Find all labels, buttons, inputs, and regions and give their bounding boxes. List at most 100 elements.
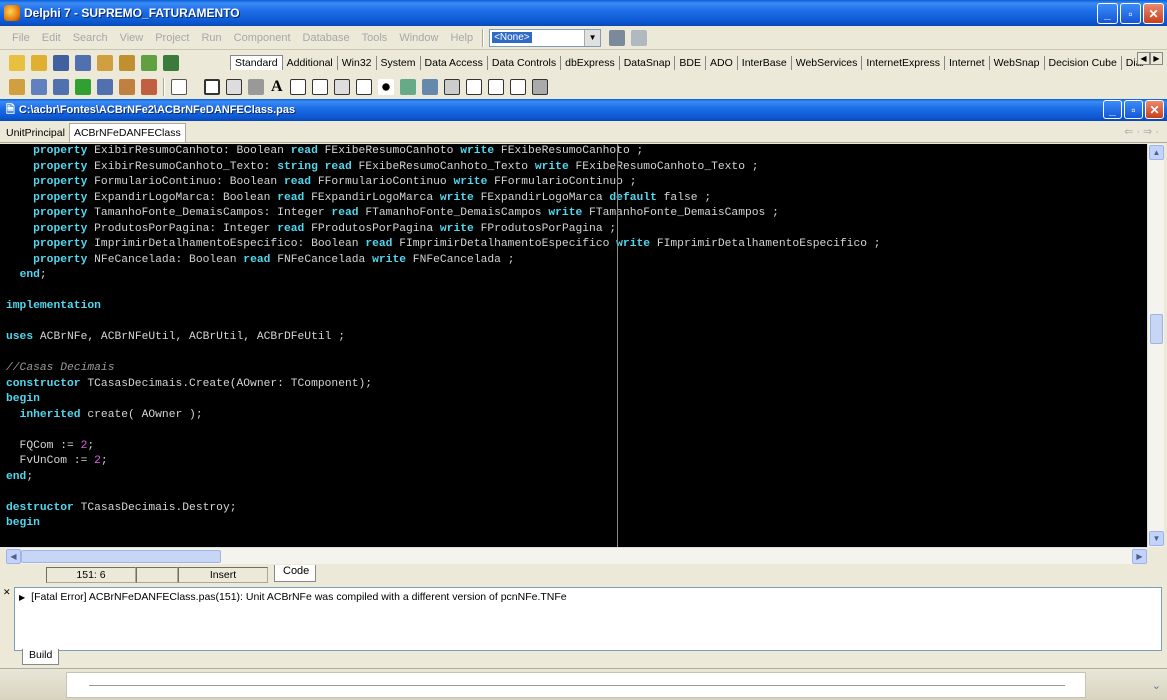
tab-build[interactable]: Build bbox=[22, 649, 60, 665]
code-line[interactable]: begin bbox=[6, 392, 1147, 408]
scroll-left-icon[interactable]: ◀ bbox=[6, 549, 21, 564]
palette-tab-standard[interactable]: Standard bbox=[230, 55, 283, 70]
tab-acbrnfedanfeclass[interactable]: ACBrNFeDANFEClass bbox=[68, 123, 186, 142]
edit-component-icon[interactable] bbox=[289, 79, 306, 95]
palette-tab-win32[interactable]: Win32 bbox=[338, 56, 377, 70]
listbox-component-icon[interactable] bbox=[399, 79, 416, 95]
expand-chevron-icon[interactable]: ⌄ bbox=[1152, 679, 1161, 692]
help-icon[interactable] bbox=[163, 55, 179, 71]
code-line[interactable]: FvUnCom := 2; bbox=[6, 454, 1147, 470]
groupbox-component-icon[interactable] bbox=[465, 79, 482, 95]
code-line[interactable]: property NFeCancelada: Boolean read FNFe… bbox=[6, 253, 1147, 269]
debug-desktop-icon[interactable] bbox=[631, 29, 648, 46]
menu-edit[interactable]: Edit bbox=[36, 32, 67, 44]
palette-tab-bde[interactable]: BDE bbox=[675, 56, 707, 70]
palette-tab-internetexpress[interactable]: InternetExpress bbox=[862, 56, 945, 70]
menu-view[interactable]: View bbox=[114, 32, 150, 44]
palette-tab-webservices[interactable]: WebServices bbox=[792, 56, 863, 70]
scroll-up-icon[interactable]: ▲ bbox=[1149, 145, 1164, 160]
vertical-scroll-thumb[interactable] bbox=[1150, 314, 1163, 344]
palette-scroll-left-icon[interactable]: ◀ bbox=[1137, 52, 1150, 65]
label-a-icon[interactable]: A bbox=[271, 78, 283, 96]
palette-scroll-right-icon[interactable]: ▶ bbox=[1150, 52, 1163, 65]
step-over-icon[interactable] bbox=[141, 79, 157, 95]
memo-component-icon[interactable] bbox=[311, 79, 328, 95]
label-component-icon[interactable] bbox=[248, 79, 264, 95]
add-file-icon[interactable] bbox=[119, 55, 135, 71]
code-line[interactable]: property ExibirResumoCanhoto_Texto: stri… bbox=[6, 160, 1147, 176]
tab-unitprincipal[interactable]: UnitPrincipal bbox=[2, 124, 69, 142]
remove-file-icon[interactable] bbox=[141, 55, 157, 71]
editor-title-bar[interactable]: 🗎 C:\acbr\Fontes\ACBrNFe2\ACBrNFeDANFECl… bbox=[0, 99, 1167, 121]
checkbox-component-icon[interactable] bbox=[355, 79, 372, 95]
scrollbar-component-icon[interactable] bbox=[443, 79, 460, 95]
open-icon[interactable] bbox=[31, 55, 47, 71]
editor-minimize-button[interactable]: _ bbox=[1103, 100, 1122, 119]
code-line[interactable] bbox=[6, 346, 1147, 362]
menu-window[interactable]: Window bbox=[393, 32, 444, 44]
menu-run[interactable]: Run bbox=[195, 32, 227, 44]
palette-tab-datasnap[interactable]: DataSnap bbox=[620, 56, 676, 70]
panel-component-icon[interactable] bbox=[509, 79, 526, 95]
palette-tab-decision-cube[interactable]: Decision Cube bbox=[1045, 56, 1122, 70]
menu-component[interactable]: Component bbox=[228, 32, 297, 44]
combobox-component-icon[interactable] bbox=[421, 79, 438, 95]
menu-tools[interactable]: Tools bbox=[356, 32, 394, 44]
menu-project[interactable]: Project bbox=[149, 32, 195, 44]
code-line[interactable]: property ImprimirDetalhamentoEspecifico:… bbox=[6, 237, 1147, 253]
view-unit-icon[interactable] bbox=[9, 79, 25, 95]
toggle-form-unit-icon[interactable] bbox=[53, 79, 69, 95]
code-editor[interactable]: property ExibirResumoCanhoto: Boolean re… bbox=[6, 144, 1147, 547]
minimize-button[interactable]: _ bbox=[1097, 3, 1118, 24]
code-line[interactable]: property ExpandirLogoMarca: Boolean read… bbox=[6, 191, 1147, 207]
palette-tab-additional[interactable]: Additional bbox=[283, 56, 338, 70]
palette-tab-internet[interactable]: Internet bbox=[945, 56, 990, 70]
palette-tab-interbase[interactable]: InterBase bbox=[738, 56, 792, 70]
code-line[interactable]: property ExibirResumoCanhoto: Boolean re… bbox=[6, 144, 1147, 160]
save-icon[interactable] bbox=[53, 55, 69, 71]
code-line[interactable]: //Casas Decimais bbox=[6, 361, 1147, 377]
code-line[interactable]: FQCom := 2; bbox=[6, 439, 1147, 455]
new-icon[interactable] bbox=[9, 55, 25, 71]
maximize-button[interactable]: ▫ bbox=[1120, 3, 1141, 24]
palette-tab-dbexpress[interactable]: dbExpress bbox=[561, 56, 620, 70]
palette-tab-data-controls[interactable]: Data Controls bbox=[488, 56, 562, 70]
run-icon[interactable] bbox=[75, 79, 91, 95]
pointer-icon[interactable] bbox=[171, 79, 187, 95]
radiogroup-component-icon[interactable] bbox=[487, 79, 504, 95]
message-row[interactable]: ▶ [Fatal Error] ACBrNFeDANFEClass.pas(15… bbox=[15, 588, 1161, 606]
pause-icon[interactable] bbox=[97, 79, 113, 95]
code-line[interactable]: property TamanhoFonte_DemaisCampos: Inte… bbox=[6, 206, 1147, 222]
code-line[interactable]: implementation bbox=[6, 299, 1147, 315]
horizontal-scroll-thumb[interactable] bbox=[21, 550, 221, 563]
menu-help[interactable]: Help bbox=[444, 32, 479, 44]
code-line[interactable]: begin bbox=[6, 516, 1147, 532]
palette-tab-websnap[interactable]: WebSnap bbox=[990, 56, 1045, 70]
editor-nav-arrows[interactable]: ⇐ · ⇒ · bbox=[1124, 125, 1159, 138]
code-line[interactable]: property FormularioContinuo: Boolean rea… bbox=[6, 175, 1147, 191]
palette-tab-data-access[interactable]: Data Access bbox=[421, 56, 488, 70]
palette-tab-ado[interactable]: ADO bbox=[706, 56, 738, 70]
radiobutton-component-icon[interactable] bbox=[377, 79, 394, 95]
popupmenu-component-icon[interactable] bbox=[226, 79, 242, 95]
code-line[interactable]: uses ACBrNFe, ACBrNFeUtil, ACBrUtil, ACB… bbox=[6, 330, 1147, 346]
editor-vertical-scrollbar[interactable]: ▲ ▼ bbox=[1147, 144, 1164, 547]
code-line[interactable]: destructor TCasasDecimais.Destroy; bbox=[6, 501, 1147, 517]
code-line[interactable]: property ProdutosPorPagina: Integer read… bbox=[6, 222, 1147, 238]
editor-close-button[interactable]: ✕ bbox=[1145, 100, 1164, 119]
code-line[interactable] bbox=[6, 284, 1147, 300]
menu-search[interactable]: Search bbox=[67, 32, 114, 44]
code-line[interactable]: end; bbox=[6, 268, 1147, 284]
actionlist-component-icon[interactable] bbox=[531, 79, 548, 95]
menu-file[interactable]: File bbox=[6, 32, 36, 44]
close-button[interactable]: ✕ bbox=[1143, 3, 1164, 24]
chevron-down-icon[interactable]: ▼ bbox=[584, 29, 601, 46]
mainmenu-component-icon[interactable] bbox=[204, 79, 220, 95]
code-line[interactable]: inherited create( AOwner ); bbox=[6, 408, 1147, 424]
desktop-config-select[interactable]: <None> ▼ bbox=[489, 28, 602, 47]
open-project-icon[interactable] bbox=[97, 55, 113, 71]
code-line[interactable] bbox=[6, 485, 1147, 501]
code-line[interactable] bbox=[6, 423, 1147, 439]
editor-horizontal-scrollbar[interactable]: ◀ ▶ bbox=[6, 547, 1147, 564]
scroll-right-icon[interactable]: ▶ bbox=[1132, 549, 1147, 564]
